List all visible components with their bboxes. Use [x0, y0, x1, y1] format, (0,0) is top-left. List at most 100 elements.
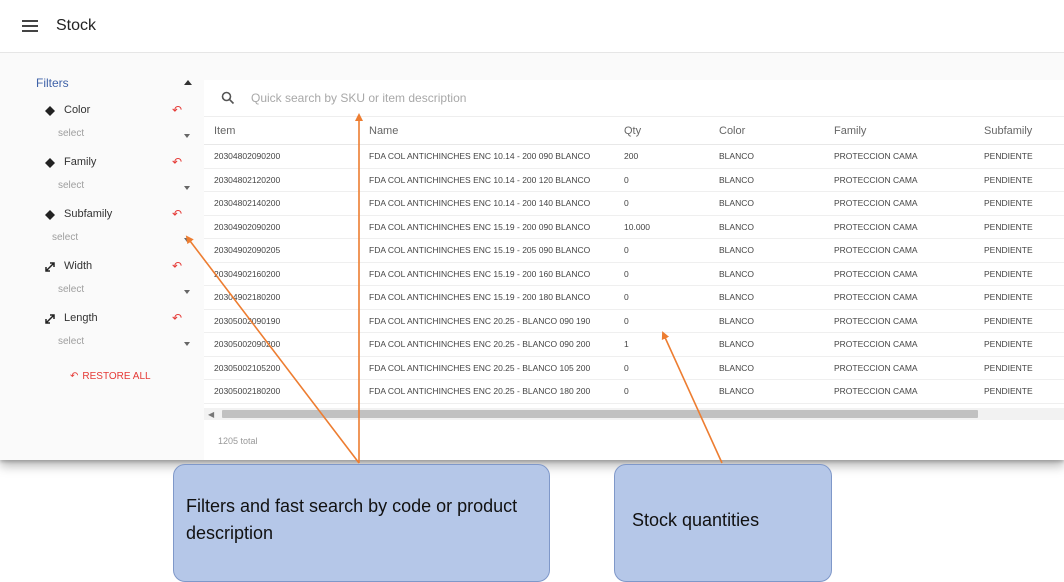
search-bar [204, 80, 1064, 117]
table-cell: PROTECCION CAMA [824, 356, 974, 380]
restore-all-button[interactable]: ↶ RESTORE ALL [70, 371, 151, 382]
table-cell: 20305002105200 [204, 356, 359, 380]
table-cell: PROTECCION CAMA [824, 379, 974, 404]
total-count: 1205 total [218, 436, 258, 446]
table-cell: PENDIENTE [974, 379, 1064, 404]
table-row[interactable]: 20305002090190 FDA COL ANTICHINCHES ENC 2… [204, 309, 1064, 333]
table-cell: FDA COL ANTICHINCHES ENC 10.14 - 200 140… [359, 191, 614, 216]
table-cell: 20305002180200 [204, 379, 359, 404]
table-cell: BLANCO [709, 262, 824, 286]
table-cell: BLANCO [709, 144, 824, 169]
filter-label-length: Length [64, 312, 98, 324]
scrollbar-thumb[interactable] [222, 410, 978, 418]
search-input[interactable] [249, 90, 853, 106]
stock-table-panel: ItemNameQtyColorFamilySubfamily 20304802… [204, 80, 1064, 460]
table-cell: FDA COL ANTICHINCHES ENC 10.14 - 200 120… [359, 168, 614, 192]
table-cell: 0 [614, 168, 709, 192]
table-cell: PROTECCION CAMA [824, 215, 974, 239]
table-cell: BLANCO [709, 215, 824, 239]
table-cell: 200 [614, 144, 709, 169]
table-cell: PROTECCION CAMA [824, 144, 974, 169]
top-app-bar: Stock [0, 0, 1064, 53]
column-header[interactable]: Item [204, 118, 359, 145]
table-row[interactable]: 20304902180200 FDA COL ANTICHINCHES ENC 1… [204, 285, 1064, 310]
table-cell: BLANCO [709, 238, 824, 263]
paint-icon [45, 106, 55, 116]
filter-length: Length ↶ select [0, 312, 200, 364]
filters-sidebar: Filters Color ↶ select Family ↶ select S… [0, 52, 200, 460]
scroll-left-icon[interactable]: ◀ [208, 410, 214, 419]
stock-app-window: Stock Filters Color ↶ select Family ↶ se… [0, 0, 1064, 460]
table-cell: PENDIENTE [974, 285, 1064, 310]
chevron-down-icon[interactable] [184, 134, 190, 138]
table-cell: BLANCO [709, 356, 824, 380]
chevron-down-icon[interactable] [184, 342, 190, 346]
table-cell: 0 [614, 238, 709, 263]
table-cell: BLANCO [709, 309, 824, 333]
table-cell: 0 [614, 356, 709, 380]
table-cell: PENDIENTE [974, 238, 1064, 263]
table-cell: PROTECCION CAMA [824, 191, 974, 216]
table-row[interactable]: 20305002180200 FDA COL ANTICHINCHES ENC 2… [204, 379, 1064, 404]
restore-length-icon[interactable]: ↶ [172, 312, 184, 324]
paint-icon [45, 210, 55, 220]
stock-table: Item Name Qty Color Family Subfamily 20304802… [204, 118, 1064, 404]
table-cell: PENDIENTE [974, 215, 1064, 239]
table-row[interactable]: 20304902160200 FDA COL ANTICHINCHES ENC 1… [204, 262, 1064, 286]
table-cell: PENDIENTE [974, 168, 1064, 192]
subfamily-select[interactable]: select [52, 232, 78, 243]
table-cell: BLANCO [709, 168, 824, 192]
restore-width-icon[interactable]: ↶ [172, 260, 184, 272]
chevron-down-icon[interactable] [184, 186, 190, 190]
filter-label-width: Width [64, 260, 93, 272]
width-select[interactable]: select [58, 284, 84, 295]
table-cell: 1 [614, 332, 709, 357]
length-select[interactable]: select [58, 336, 84, 347]
table-cell: FDA COL ANTICHINCHES ENC 20.25 - BLANCO … [359, 332, 614, 357]
filter-label-subfamily: Subfamily [64, 208, 113, 220]
table-cell: 20304802120200 [204, 168, 359, 192]
table-cell: 20304802090200 [204, 144, 359, 169]
table-cell: 0 [614, 379, 709, 404]
table-cell: BLANCO [709, 191, 824, 216]
family-select[interactable]: select [58, 180, 84, 191]
restore-family-icon[interactable]: ↶ [172, 156, 184, 168]
table-cell: 20304902180200 [204, 285, 359, 310]
table-row[interactable]: 20304902090200 FDA COL ANTICHINCHES ENC 1… [204, 215, 1064, 239]
restore-color-icon[interactable]: ↶ [172, 104, 184, 116]
column-header[interactable]: Family [824, 118, 974, 145]
column-header[interactable]: Name [359, 118, 614, 145]
table-cell: 20304902090205 [204, 238, 359, 263]
collapse-filters-icon[interactable] [184, 80, 192, 85]
table-cell: FDA COL ANTICHINCHES ENC 15.19 - 200 090… [359, 215, 614, 239]
table-row[interactable]: 20304802140200 FDA COL ANTICHINCHES ENC 1… [204, 191, 1064, 216]
chevron-down-icon[interactable] [184, 238, 190, 242]
table-row[interactable]: 20305002105200 FDA COL ANTICHINCHES ENC 2… [204, 356, 1064, 380]
table-cell: BLANCO [709, 285, 824, 310]
page-title: Stock [56, 17, 97, 34]
filter-width: Width ↶ select [0, 260, 200, 312]
table-row[interactable]: 20304902090205 FDA COL ANTICHINCHES ENC 1… [204, 238, 1064, 263]
table-cell: 0 [614, 309, 709, 333]
stock-callout: Stock quantities [614, 464, 832, 582]
horizontal-scrollbar[interactable]: ◀ [204, 408, 1064, 420]
paint-icon [45, 158, 55, 168]
chevron-down-icon[interactable] [184, 290, 190, 294]
color-select[interactable]: select [58, 128, 84, 139]
column-header[interactable]: Subfamily [974, 118, 1064, 145]
column-header[interactable]: Color [709, 118, 824, 145]
table-row[interactable]: 20305002090200 FDA COL ANTICHINCHES ENC 2… [204, 332, 1064, 357]
restore-subfamily-icon[interactable]: ↶ [172, 208, 184, 220]
table-cell: FDA COL ANTICHINCHES ENC 15.19 - 200 180… [359, 285, 614, 310]
table-cell: PENDIENTE [974, 356, 1064, 380]
table-cell: 20305002090200 [204, 332, 359, 357]
table-row[interactable]: 20304802120200 FDA COL ANTICHINCHES ENC 1… [204, 168, 1064, 192]
table-cell: PENDIENTE [974, 309, 1064, 333]
column-header[interactable]: Qty [614, 118, 709, 145]
hamburger-menu-icon[interactable] [22, 20, 38, 32]
table-cell: 20304902090200 [204, 215, 359, 239]
restore-all-label: RESTORE ALL [82, 371, 151, 382]
search-icon [221, 91, 235, 105]
table-cell: PROTECCION CAMA [824, 285, 974, 310]
table-row[interactable]: 20304802090200 FDA COL ANTICHINCHES ENC 1… [204, 144, 1064, 169]
